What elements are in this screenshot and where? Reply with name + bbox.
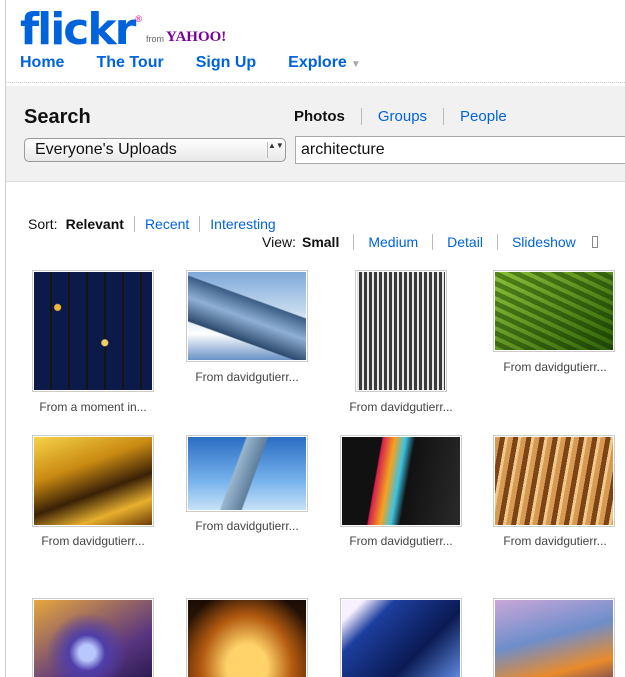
photo-caption[interactable]: From davidgutierr... <box>18 534 168 548</box>
view-small[interactable]: Small <box>296 234 353 250</box>
photo-image <box>357 272 445 390</box>
photo-caption[interactable]: From davidgutierr... <box>480 534 625 548</box>
photo-image <box>495 272 613 350</box>
photo-image <box>342 600 460 677</box>
photo-caption[interactable]: From davidgutierr... <box>172 370 322 384</box>
photo-caption[interactable]: From davidgutierr... <box>172 519 322 533</box>
search-scope-value: Everyone's Uploads <box>35 141 177 158</box>
sort-relevant[interactable]: Relevant <box>58 216 134 232</box>
photo-image <box>188 600 306 677</box>
nav-home[interactable]: Home <box>20 54 64 72</box>
view-medium[interactable]: Medium <box>353 234 432 250</box>
photo-image <box>34 600 152 677</box>
logo-registered-mark: ® <box>135 14 142 24</box>
chevron-down-icon[interactable]: ▼ <box>351 59 361 70</box>
main-nav: Home The Tour Sign Up Explore ▼ <box>20 54 361 72</box>
search-title: Search <box>24 106 91 128</box>
photo-image <box>188 272 306 360</box>
select-arrows-icon: ▲▼ <box>267 142 284 158</box>
flickr-logo[interactable]: flickr ® from YAHOO! <box>20 4 226 52</box>
photo-thumbnail[interactable] <box>493 435 615 527</box>
photo-thumbnail[interactable] <box>186 598 308 677</box>
photo-image <box>34 272 152 390</box>
photo-thumbnail[interactable] <box>493 598 615 677</box>
view-slideshow[interactable]: Slideshow <box>496 234 590 250</box>
search-panel: Search Everyone's Uploads ▲▼ Photos Grou… <box>6 86 625 182</box>
photo-image <box>342 437 460 525</box>
view-options: View: Small Medium Detail Slideshow <box>262 234 598 250</box>
photo-image <box>34 437 152 525</box>
photo-caption[interactable]: From a moment in... <box>18 400 168 414</box>
photo-thumbnail[interactable] <box>32 435 154 527</box>
photo-thumbnail[interactable] <box>355 270 447 392</box>
slideshow-icon[interactable] <box>591 236 598 248</box>
photo-thumbnail[interactable] <box>340 435 462 527</box>
nav-explore[interactable]: Explore <box>288 54 347 72</box>
yahoo-logo: YAHOO! <box>166 29 227 45</box>
photo-image <box>495 437 613 525</box>
photo-thumbnail[interactable] <box>186 435 308 512</box>
photo-caption[interactable]: From davidgutierr... <box>480 360 625 374</box>
photo-image <box>495 600 613 677</box>
photo-thumbnail[interactable] <box>186 270 308 362</box>
photo-thumbnail[interactable] <box>493 270 615 352</box>
photo-thumbnail[interactable] <box>32 270 154 392</box>
search-type-tabs: Photos Groups People <box>294 108 523 125</box>
divider <box>6 82 625 83</box>
search-scope-select[interactable]: Everyone's Uploads ▲▼ <box>24 138 286 162</box>
view-detail[interactable]: Detail <box>432 234 497 250</box>
page: flickr ® from YAHOO! Home The Tour Sign … <box>5 0 625 677</box>
sort-recent[interactable]: Recent <box>133 216 199 232</box>
sort-options: Sort: Relevant Recent Interesting <box>28 216 286 232</box>
photo-caption[interactable]: From davidgutierr... <box>326 534 476 548</box>
logo-wordmark: flickr <box>20 4 136 55</box>
tab-photos[interactable]: Photos <box>294 108 361 125</box>
search-input[interactable]: architecture <box>295 136 625 164</box>
view-label: View: <box>262 234 296 250</box>
photo-thumbnail[interactable] <box>340 598 462 677</box>
photo-image <box>188 437 306 510</box>
nav-the-tour[interactable]: The Tour <box>96 54 163 72</box>
logo-from-text: from <box>146 34 164 44</box>
tab-people[interactable]: People <box>443 108 523 125</box>
nav-sign-up[interactable]: Sign Up <box>196 54 256 72</box>
sort-label: Sort: <box>28 216 58 232</box>
photo-thumbnail[interactable] <box>32 598 154 677</box>
tab-groups[interactable]: Groups <box>360 108 443 125</box>
sort-interesting[interactable]: Interesting <box>199 216 285 232</box>
photo-caption[interactable]: From davidgutierr... <box>326 400 476 414</box>
